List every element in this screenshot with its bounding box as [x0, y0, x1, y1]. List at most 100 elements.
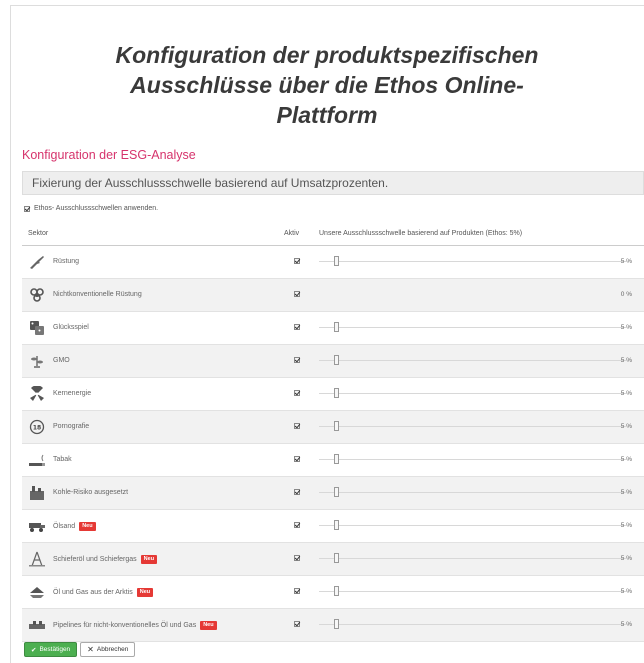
sector-label-wrap: Öl und Gas aus der Arktis Neu [53, 588, 154, 597]
apply-thresholds-checkbox[interactable] [24, 205, 30, 212]
table-row: GMO 5 % [22, 345, 644, 378]
threshold-value: 5 % [620, 258, 632, 265]
active-checkbox[interactable] [294, 588, 300, 594]
table-row: 18 Pornografie 5 % [22, 411, 644, 444]
sector-label: Öl und Gas aus der Arktis [53, 589, 133, 596]
table-row: Glücksspiel 5 % [22, 312, 644, 345]
cigarette-icon [28, 452, 46, 468]
table-row: Ölsand Neu 5 % [22, 510, 644, 543]
threshold-value: 5 % [620, 423, 632, 430]
threshold-slider-handle[interactable] [334, 322, 340, 332]
header-sector: Sektor [28, 230, 49, 237]
threshold-slider-handle[interactable] [334, 586, 340, 596]
threshold-slider-handle[interactable] [334, 421, 340, 431]
threshold-slider-track[interactable] [319, 360, 627, 361]
active-checkbox[interactable] [294, 423, 300, 429]
threshold-slider-track[interactable] [319, 393, 627, 394]
cancel-button[interactable]: ✕ Abbrechen [80, 642, 136, 657]
active-checkbox-wrap [294, 423, 300, 431]
threshold-slider-handle[interactable] [334, 454, 340, 464]
sector-label: Pipelines für nicht-konventionelles Öl u… [53, 622, 197, 629]
threshold-value: 5 % [620, 324, 632, 331]
active-checkbox-wrap [294, 291, 300, 299]
threshold-value: 5 % [620, 555, 632, 562]
threshold-slider-handle[interactable] [334, 388, 340, 398]
active-checkbox-wrap [294, 324, 300, 332]
threshold-slider-handle[interactable] [334, 619, 340, 629]
sector-label: Ölsand [53, 523, 76, 530]
sector-label-wrap: Pipelines für nicht-konventionelles Öl u… [53, 621, 217, 630]
active-checkbox-wrap [294, 489, 300, 497]
threshold-slider-track[interactable] [319, 426, 627, 427]
active-checkbox[interactable] [294, 324, 300, 330]
threshold-value: 5 % [620, 357, 632, 364]
active-checkbox[interactable] [294, 258, 300, 264]
confirm-button[interactable]: ✔ Bestätigen [24, 642, 78, 657]
threshold-slider-handle[interactable] [334, 553, 340, 563]
sector-label-wrap: Nichtkonventionelle Rüstung [53, 291, 142, 298]
drilling-rig-icon [28, 551, 46, 567]
threshold-slider-handle[interactable] [334, 487, 340, 497]
threshold-slider-handle[interactable] [334, 355, 340, 365]
confirm-label: Bestätigen [39, 646, 71, 653]
table-header: Sektor Aktiv Unsere Ausschlussschwelle b… [22, 225, 644, 246]
radiation-icon [28, 385, 46, 402]
rifle-icon [28, 254, 46, 270]
sector-label: Pornografie [53, 423, 90, 430]
active-checkbox[interactable] [294, 357, 300, 363]
header-active: Aktiv [284, 230, 300, 237]
sector-label-wrap: Kernenergie [53, 390, 91, 397]
threshold-slider-handle[interactable] [334, 256, 340, 266]
active-checkbox[interactable] [294, 390, 300, 396]
sector-label: GMO [53, 357, 70, 364]
threshold-slider-track[interactable] [319, 591, 627, 592]
new-badge: Neu [136, 588, 154, 597]
pipeline-icon [28, 617, 46, 633]
threshold-slider-handle[interactable] [334, 520, 340, 530]
sector-label: Rüstung [53, 258, 80, 265]
threshold-value: 0 % [620, 291, 632, 298]
active-checkbox[interactable] [294, 291, 300, 297]
threshold-slider-track[interactable] [319, 525, 627, 526]
active-checkbox-wrap [294, 588, 300, 596]
svg-text:18: 18 [33, 425, 41, 432]
active-checkbox-wrap [294, 357, 300, 365]
sector-label-wrap: Ölsand Neu [53, 522, 96, 531]
new-badge: Neu [200, 621, 217, 630]
sector-label: Schieferöl und Schiefergas [53, 556, 137, 563]
threshold-slider-track[interactable] [319, 492, 627, 493]
sector-label: Nichtkonventionelle Rüstung [53, 291, 142, 298]
sector-label-wrap: Kohle-Risiko ausgesetzt [53, 489, 128, 496]
active-checkbox[interactable] [294, 489, 300, 495]
threshold-value: 5 % [620, 621, 632, 628]
sector-label: Kohle-Risiko ausgesetzt [53, 489, 129, 496]
apply-thresholds-row[interactable]: Ethos- Ausschlussschwellen anwenden. [24, 205, 158, 212]
table-row: Pipelines für nicht-konventionelles Öl u… [22, 609, 644, 642]
active-checkbox[interactable] [294, 456, 300, 462]
slide-title-line: Ausschlüsse über die Ethos Online- [130, 72, 524, 98]
cancel-label: Abbrechen [96, 646, 129, 653]
table-row: Kohle-Risiko ausgesetzt 5 % [22, 477, 644, 510]
active-checkbox[interactable] [294, 555, 300, 561]
sector-label-wrap: Glücksspiel [53, 324, 89, 331]
table-row: Nichtkonventionelle Rüstung 0 % [22, 279, 644, 312]
biohazard-icon [28, 287, 46, 303]
threshold-slider-track[interactable] [319, 459, 627, 460]
active-checkbox[interactable] [294, 522, 300, 528]
active-checkbox-wrap [294, 258, 300, 266]
threshold-slider-track[interactable] [319, 558, 627, 559]
slide-title-line: Plattform [276, 102, 378, 128]
table-body: Rüstung 5 % Nichtkonventionelle Rüstung 0 %… [22, 246, 644, 642]
table-row: Schieferöl und Schiefergas Neu 5 % [22, 543, 644, 576]
threshold-slider-track[interactable] [319, 261, 627, 262]
active-checkbox[interactable] [294, 621, 300, 627]
form-actions: ✔ Bestätigen ✕ Abbrechen [24, 642, 136, 657]
threshold-slider-track[interactable] [319, 327, 627, 328]
threshold-slider-track[interactable] [319, 624, 627, 625]
active-checkbox-wrap [294, 390, 300, 398]
active-checkbox-wrap [294, 456, 300, 464]
apply-thresholds-label: Ethos- Ausschlussschwellen anwenden. [34, 205, 159, 212]
threshold-value: 5 % [620, 489, 632, 496]
sector-label-wrap: Schieferöl und Schiefergas Neu [53, 555, 158, 564]
sector-label-wrap: Pornografie [53, 423, 89, 430]
